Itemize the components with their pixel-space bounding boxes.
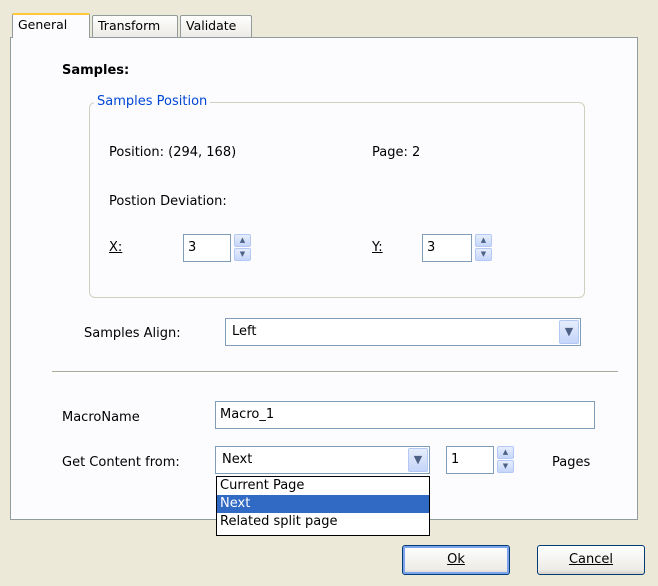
cancel-button-label: Cancel	[568, 552, 614, 567]
y-deviation-input[interactable]: 3	[422, 234, 472, 262]
pages-input[interactable]: 1	[446, 446, 494, 474]
chevron-down-icon[interactable]: ▼	[559, 320, 579, 344]
tab-transform[interactable]: Transform	[92, 15, 178, 37]
samples-align-label: Samples Align:	[84, 326, 181, 341]
samples-align-value: Left	[232, 324, 257, 339]
cancel-button[interactable]: Cancel	[537, 545, 645, 575]
x-deviation-input[interactable]: 3	[183, 234, 231, 262]
pages-spinner[interactable]: ▲ ▼	[497, 446, 514, 474]
x-label: X:	[109, 240, 123, 255]
spin-up-icon[interactable]: ▲	[475, 234, 492, 247]
x-deviation-spinner[interactable]: ▲ ▼	[234, 234, 251, 262]
get-content-label: Get Content from:	[62, 455, 180, 470]
spin-down-icon[interactable]: ▼	[234, 248, 251, 261]
separator	[52, 371, 618, 373]
tab-general[interactable]: General	[12, 13, 90, 38]
spin-down-icon[interactable]: ▼	[497, 460, 514, 473]
deviation-label: Postion Deviation:	[109, 194, 227, 209]
samples-heading: Samples:	[62, 63, 130, 78]
dropdown-option-selected[interactable]: Next	[217, 495, 429, 513]
y-label: Y:	[372, 240, 383, 255]
get-content-value: Next	[222, 452, 253, 467]
samples-align-combo[interactable]: Left ▼	[225, 318, 581, 346]
dropdown-option[interactable]: Current Page	[217, 477, 429, 495]
macro-name-input[interactable]: Macro_1	[215, 401, 595, 429]
ok-button[interactable]: Ok	[402, 545, 510, 575]
get-content-dropdown-list[interactable]: Current Page Next Related split page	[216, 476, 430, 536]
ok-button-label: Ok	[447, 552, 465, 567]
samples-position-legend: Samples Position	[94, 94, 211, 109]
pages-label: Pages	[552, 455, 591, 470]
spin-up-icon[interactable]: ▲	[234, 234, 251, 247]
tab-validate[interactable]: Validate	[180, 15, 252, 37]
spin-up-icon[interactable]: ▲	[497, 446, 514, 459]
y-deviation-spinner[interactable]: ▲ ▼	[475, 234, 492, 262]
spin-down-icon[interactable]: ▼	[475, 248, 492, 261]
tab-general-label: General	[18, 17, 68, 32]
macro-name-label: MacroName	[62, 410, 140, 425]
page-text: Page: 2	[372, 145, 421, 160]
dropdown-option[interactable]: Related split page	[217, 513, 429, 531]
get-content-combo[interactable]: Next ▼	[215, 446, 430, 474]
tab-validate-label: Validate	[186, 18, 237, 33]
chevron-down-icon[interactable]: ▼	[408, 448, 428, 472]
tab-transform-label: Transform	[98, 18, 161, 33]
position-text: Position: (294, 168)	[109, 145, 237, 160]
